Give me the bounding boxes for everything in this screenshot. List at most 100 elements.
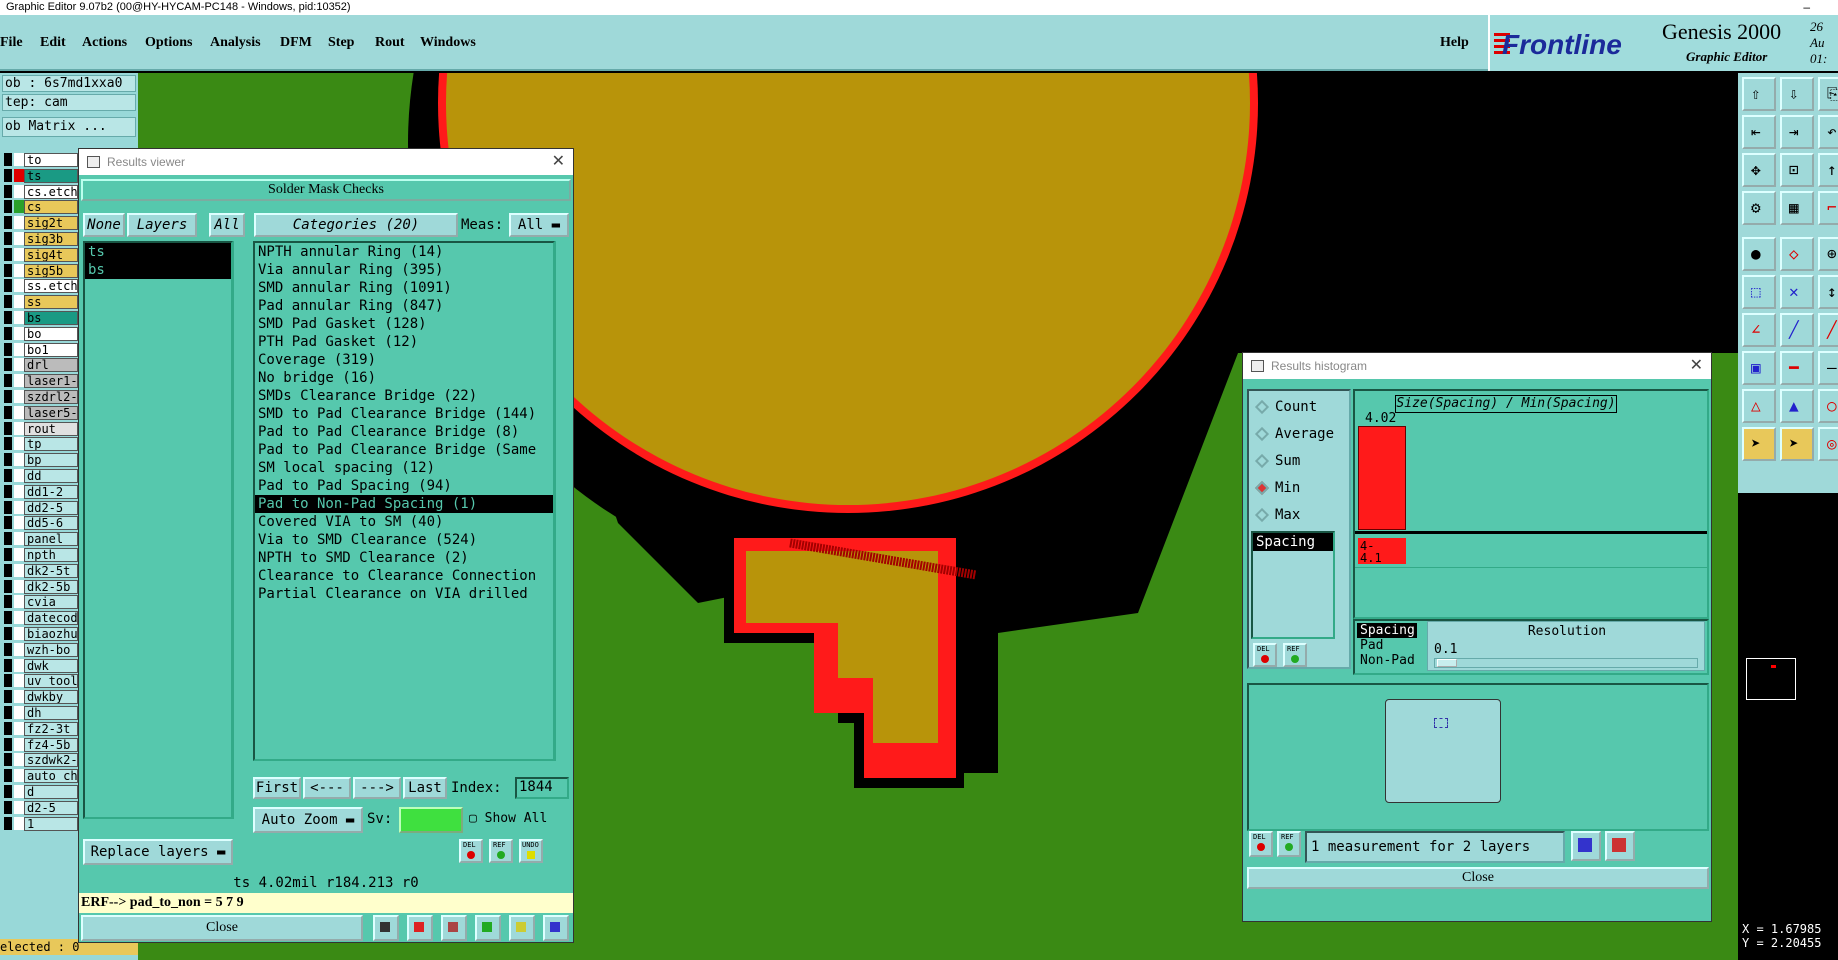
replace-layers-dropdown[interactable]: Replace layers ▬ [83, 839, 233, 865]
zoom-in-icon[interactable]: ↑ [1818, 153, 1838, 187]
layer-list-scrollbar[interactable] [233, 241, 247, 819]
next-button[interactable]: ---> [353, 777, 401, 799]
layer-color-swatch[interactable] [14, 674, 24, 688]
category-item[interactable]: SMDs Clearance Bridge (22) [255, 387, 553, 405]
layer-color-swatch[interactable] [14, 532, 24, 546]
menu-step[interactable]: Step [328, 35, 354, 51]
layer-item[interactable]: szdwk2-5 [24, 753, 78, 768]
layer-item[interactable]: cvia [24, 595, 78, 610]
category-item[interactable]: Partial Clearance on VIA drilled [255, 585, 553, 603]
layer-item[interactable]: dwk [24, 658, 78, 673]
category-item[interactable]: Pad to Pad Clearance Bridge (8) [255, 423, 553, 441]
histogram-close-button[interactable]: Close [1247, 867, 1709, 889]
layer-checkbox[interactable] [4, 263, 12, 277]
category-item[interactable]: Pad to Pad Spacing (94) [255, 477, 553, 495]
category-item[interactable]: SMD to Pad Clearance Bridge (144) [255, 405, 553, 423]
layer-item[interactable]: fz2-3t [24, 721, 78, 736]
layer-color-swatch[interactable] [14, 627, 24, 640]
layer-color-swatch[interactable] [14, 358, 24, 372]
sort-icon[interactable] [475, 915, 501, 941]
layer-checkbox[interactable] [4, 753, 12, 767]
net-icon[interactable]: ⬚ [1742, 275, 1776, 309]
line-icon[interactable]: ╱ [1780, 313, 1814, 347]
layer-item[interactable]: biaozhu [24, 627, 78, 641]
layer-checkbox[interactable] [4, 295, 12, 309]
pointer-icon[interactable]: ➤ [1742, 427, 1776, 461]
clear-icon[interactable] [407, 915, 433, 941]
layer-item[interactable]: datecode [24, 611, 78, 626]
layer-item[interactable]: npth [24, 548, 78, 562]
resolution-slider[interactable] [1434, 658, 1698, 668]
layer-checkbox[interactable] [4, 642, 12, 656]
layer-checkbox[interactable] [4, 390, 12, 403]
layer-color-swatch[interactable] [14, 706, 24, 719]
layer-item[interactable]: fz4-5b [24, 737, 78, 752]
layer-checkbox[interactable] [4, 326, 12, 340]
layer-color-swatch[interactable] [14, 200, 24, 214]
undo-icon[interactable]: ↶ [1818, 115, 1838, 149]
layer-color-swatch[interactable] [14, 421, 24, 435]
layer-color-swatch[interactable] [14, 721, 24, 735]
layer-color-swatch[interactable] [14, 484, 24, 498]
layer-checkbox[interactable] [4, 200, 12, 214]
layer-item[interactable]: sig5b [24, 263, 78, 278]
layer-checkbox[interactable] [4, 437, 12, 451]
layer-checkbox[interactable] [4, 311, 12, 324]
del-button[interactable]: DEL [1249, 831, 1273, 857]
layer-item[interactable]: wzh-bo [24, 642, 78, 657]
mode-count[interactable]: Count [1254, 399, 1317, 415]
layer-color-swatch[interactable] [14, 642, 24, 656]
layer-checkbox[interactable] [4, 342, 12, 356]
step-out-icon[interactable]: ⇥ [1780, 115, 1814, 149]
layer-checkbox[interactable] [4, 785, 12, 798]
ref-button[interactable]: REF [489, 839, 513, 863]
del-button[interactable]: DEL [459, 839, 483, 863]
measure-icon[interactable]: ⊕ [1818, 237, 1838, 271]
layer-checkbox[interactable] [4, 674, 12, 688]
list-item[interactable]: ts [85, 243, 231, 261]
layer-item[interactable]: tp [24, 437, 78, 452]
move-down-icon[interactable]: ⇩ [1780, 77, 1814, 111]
layer-checkbox[interactable] [4, 816, 12, 830]
layer-item[interactable]: dd [24, 469, 78, 483]
pad-icon[interactable]: ● [1742, 237, 1776, 271]
layer-item[interactable]: d [24, 785, 78, 799]
layer-color-swatch[interactable] [14, 390, 24, 403]
overview-viewport[interactable] [1746, 658, 1796, 700]
mode-min[interactable]: Min [1254, 480, 1300, 496]
layer-checkbox[interactable] [4, 690, 12, 704]
category-item[interactable]: Via to SMD Clearance (524) [255, 531, 553, 549]
chart-icon[interactable] [1605, 831, 1635, 861]
layer-item[interactable]: cs.etch [24, 184, 78, 199]
layer-checkbox[interactable] [4, 548, 12, 561]
category-item[interactable]: Pad to Non-Pad Spacing (1) [255, 495, 553, 513]
mode-average[interactable]: Average [1254, 426, 1334, 442]
layer-item[interactable]: dwkby [24, 690, 78, 705]
circle-icon[interactable]: ○ [1818, 389, 1838, 423]
layer-checkbox[interactable] [4, 153, 12, 166]
mode-max[interactable]: Max [1254, 507, 1300, 523]
auto-zoom-dropdown[interactable]: Auto Zoom ▬ [253, 807, 363, 833]
layer-color-swatch[interactable] [14, 516, 24, 530]
show-all-checkbox[interactable]: ▢ Show All [469, 811, 547, 826]
orbit-icon[interactable]: ◎ [1818, 427, 1838, 461]
layer-color-swatch[interactable] [14, 816, 24, 830]
layer-item[interactable]: dh [24, 706, 78, 720]
layer-checkbox[interactable] [4, 579, 12, 593]
layer-checkbox[interactable] [4, 611, 12, 625]
layer-color-swatch[interactable] [14, 437, 24, 451]
layer-checkbox[interactable] [4, 484, 12, 498]
menu-analysis[interactable]: Analysis [210, 35, 261, 51]
layer-checkbox[interactable] [4, 769, 12, 783]
layer-color-swatch[interactable] [14, 753, 24, 767]
menu-actions[interactable]: Actions [82, 35, 127, 51]
layer-color-swatch[interactable] [14, 611, 24, 625]
layer-checkbox[interactable] [4, 453, 12, 467]
category-item[interactable]: Clearance to Clearance Connection [255, 567, 553, 585]
sv-color-dropdown[interactable] [399, 807, 463, 833]
close-icon[interactable]: ✕ [552, 149, 565, 175]
layer-color-swatch[interactable] [14, 263, 24, 277]
grid-icon[interactable]: ▦ [1780, 191, 1814, 225]
layer-color-swatch[interactable] [14, 184, 24, 198]
layer-color-swatch[interactable] [14, 405, 24, 419]
